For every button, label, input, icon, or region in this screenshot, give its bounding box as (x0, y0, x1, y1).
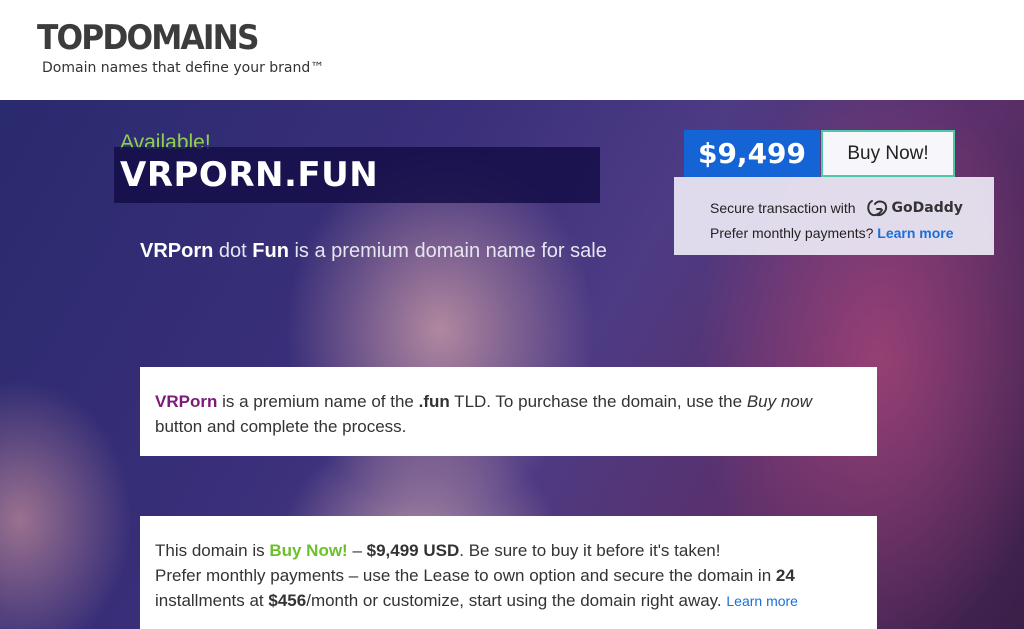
card1-text-1: is a premium name of the (217, 392, 419, 411)
card1-text-3: button and complete the process. (155, 417, 407, 436)
godaddy-logo-icon (866, 200, 887, 217)
card1-tld: .fun (418, 392, 450, 411)
card2-buy-now[interactable]: Buy Now! (269, 541, 347, 560)
hero-section: Available! VRPORN.FUN VRPorn dot Fun is … (0, 100, 1024, 629)
secure-transaction-panel: Secure transaction with GoDaddy Prefer m… (674, 177, 994, 255)
subtitle-name: VRPorn (140, 240, 214, 262)
card2-price: $9,499 USD (366, 541, 460, 560)
card2-text-2: – (347, 541, 367, 560)
secure-transaction-text: Secure transaction with (710, 200, 856, 216)
price-badge: $9,499 (684, 130, 820, 177)
monthly-payments-text: Prefer monthly payments? (710, 225, 874, 241)
domain-title: VRPORN.FUN (120, 155, 379, 195)
subtitle-tld: Fun (252, 240, 289, 262)
card2-text-5: installments at (155, 591, 269, 610)
subtitle-dot: dot (213, 240, 253, 262)
domain-subtitle: VRPorn dot Fun is a premium domain name … (140, 240, 607, 263)
card2-monthly-price: $456 (268, 591, 307, 610)
monthly-payments-line: Prefer monthly payments? Learn more (710, 225, 954, 241)
site-tagline: Domain names that define your brand™ (42, 60, 325, 76)
secure-transaction-line: Secure transaction with GoDaddy (710, 198, 963, 218)
domain-info-card: VRPorn is a premium name of the .fun TLD… (140, 367, 877, 456)
card1-name: VRPorn (155, 392, 218, 411)
card2-learn-more-link[interactable]: Learn more (726, 593, 798, 609)
card2-text-6: /month or customize, start using the dom… (306, 591, 727, 610)
subtitle-rest: is a premium domain name for sale (288, 240, 607, 262)
card2-installments: 24 (775, 566, 795, 585)
pricing-info-card: This domain is Buy Now! – $9,499 USD. Be… (140, 516, 877, 629)
site-logo[interactable]: TOPDOMAINS (37, 18, 260, 58)
card1-text-2: TLD. To purchase the domain, use the (449, 392, 747, 411)
site-header: TOPDOMAINS Domain names that define your… (0, 0, 1024, 100)
card1-buy-now: Buy now (746, 392, 813, 411)
buy-now-button[interactable]: Buy Now! (821, 130, 955, 177)
card2-text-3: . Be sure to buy it before it's taken! (459, 541, 721, 560)
learn-more-link[interactable]: Learn more (877, 225, 953, 241)
card2-text-1: This domain is (155, 541, 270, 560)
godaddy-wordmark: GoDaddy (891, 200, 963, 216)
card2-text-4: Prefer monthly payments – use the Lease … (155, 566, 776, 585)
